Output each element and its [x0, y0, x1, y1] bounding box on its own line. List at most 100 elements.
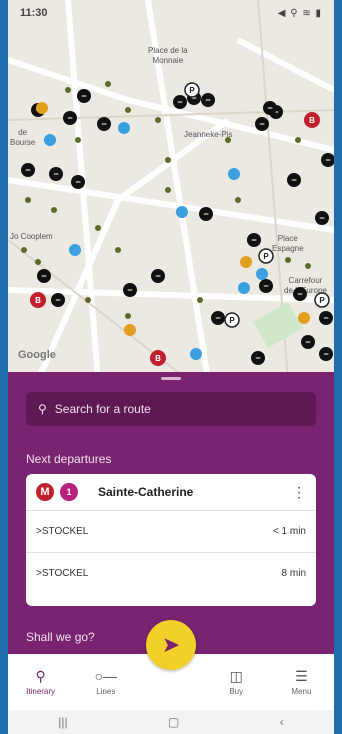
- nav-menu[interactable]: ☰ Menu: [269, 654, 334, 710]
- small-stop-marker[interactable]: [85, 297, 91, 303]
- search-route-input[interactable]: ⚲ Search for a route: [26, 392, 316, 426]
- metro-stop-marker[interactable]: −: [123, 283, 137, 297]
- small-stop-marker[interactable]: [155, 117, 161, 123]
- parking-marker[interactable]: P: [184, 82, 200, 98]
- svg-text:−: −: [81, 91, 86, 101]
- small-stop-marker[interactable]: [285, 257, 291, 263]
- metro-stop-marker[interactable]: −: [37, 269, 51, 283]
- departure-time: 8 min: [281, 568, 306, 579]
- svg-text:−: −: [305, 337, 310, 347]
- departures-card[interactable]: M 1 Sainte-Catherine ⋮ >STOCKEL < 1 min …: [26, 474, 316, 606]
- svg-text:P: P: [189, 86, 195, 95]
- small-stop-marker[interactable]: [197, 297, 203, 303]
- small-stop-marker[interactable]: [125, 313, 131, 319]
- svg-text:−: −: [267, 103, 272, 113]
- map-view[interactable]: 11:30 ◀ ⚲ ≋ ▮ Place de la Monnaie Jeanne…: [8, 0, 334, 380]
- small-stop-marker[interactable]: [225, 137, 231, 143]
- metro-stop-marker[interactable]: −: [71, 175, 85, 189]
- metro-stop-marker[interactable]: −: [247, 233, 261, 247]
- bus-stop-marker[interactable]: [238, 282, 250, 294]
- svg-text:−: −: [203, 209, 208, 219]
- metro-stop-marker[interactable]: −: [49, 167, 63, 181]
- bus-stop-marker[interactable]: [118, 122, 130, 134]
- tram-stop-marker[interactable]: [36, 102, 48, 114]
- small-stop-marker[interactable]: [305, 263, 311, 269]
- departure-destination: >STOCKEL: [36, 526, 89, 537]
- b-station-marker[interactable]: B: [304, 112, 320, 128]
- svg-text:−: −: [263, 281, 268, 291]
- small-stop-marker[interactable]: [105, 81, 111, 87]
- small-stop-marker[interactable]: [51, 207, 57, 213]
- b-station-marker[interactable]: B: [150, 350, 166, 366]
- metro-stop-marker[interactable]: −: [77, 89, 91, 103]
- metro-stop-marker[interactable]: −: [319, 311, 333, 325]
- parking-marker[interactable]: P: [314, 292, 330, 308]
- home-icon[interactable]: ▢: [168, 715, 179, 729]
- small-stop-marker[interactable]: [295, 137, 301, 143]
- bus-stop-marker[interactable]: [256, 268, 268, 280]
- bus-stop-marker[interactable]: [69, 244, 81, 256]
- search-icon: ⚲: [38, 402, 47, 416]
- metro-stop-marker[interactable]: −: [293, 287, 307, 301]
- metro-stop-marker[interactable]: −: [251, 351, 265, 365]
- svg-text:−: −: [75, 177, 80, 187]
- stop-markers[interactable]: −−−−−−−−−−−−−−−−−−−−−−−−−−−−−BBBPPPP: [8, 0, 334, 380]
- small-stop-marker[interactable]: [65, 87, 71, 93]
- tram-stop-marker[interactable]: [240, 256, 252, 268]
- nav-itinerary[interactable]: ⚲ Itinerary: [8, 654, 73, 710]
- svg-text:−: −: [251, 235, 256, 245]
- svg-text:−: −: [291, 175, 296, 185]
- small-stop-marker[interactable]: [75, 137, 81, 143]
- svg-text:P: P: [229, 316, 235, 325]
- metro-stop-marker[interactable]: −: [63, 111, 77, 125]
- metro-stop-marker[interactable]: −: [51, 293, 65, 307]
- metro-stop-marker[interactable]: −: [319, 347, 333, 361]
- metro-stop-marker[interactable]: −: [255, 117, 269, 131]
- tram-stop-marker[interactable]: [298, 312, 310, 324]
- metro-stop-marker[interactable]: −: [287, 173, 301, 187]
- metro-stop-marker[interactable]: −: [97, 117, 111, 131]
- search-placeholder: Search for a route: [54, 402, 151, 416]
- go-button[interactable]: ➤: [146, 620, 196, 670]
- tram-stop-marker[interactable]: [124, 324, 136, 336]
- stop-header[interactable]: M 1 Sainte-Catherine ⋮: [26, 474, 316, 510]
- back-icon[interactable]: ‹: [280, 715, 284, 729]
- departure-row[interactable]: >STOCKEL < 1 min: [26, 510, 316, 552]
- metro-stop-marker[interactable]: −: [315, 211, 329, 225]
- bus-stop-marker[interactable]: [190, 348, 202, 360]
- small-stop-marker[interactable]: [165, 157, 171, 163]
- small-stop-marker[interactable]: [115, 247, 121, 253]
- bus-stop-marker[interactable]: [44, 134, 56, 146]
- bus-stop-marker[interactable]: [228, 168, 240, 180]
- recent-apps-icon[interactable]: |||: [58, 715, 67, 729]
- metro-stop-marker[interactable]: −: [173, 95, 187, 109]
- small-stop-marker[interactable]: [235, 197, 241, 203]
- metro-stop-marker[interactable]: −: [301, 335, 315, 349]
- bus-stop-marker[interactable]: [176, 206, 188, 218]
- departure-row[interactable]: >STOCKEL 8 min: [26, 552, 316, 594]
- small-stop-marker[interactable]: [95, 225, 101, 231]
- metro-stop-marker[interactable]: −: [259, 279, 273, 293]
- more-options-icon[interactable]: ⋮: [292, 484, 306, 501]
- small-stop-marker[interactable]: [25, 197, 31, 203]
- bottom-sheet[interactable]: ⚲ Search for a route Next departures M 1…: [8, 372, 334, 654]
- small-stop-marker[interactable]: [165, 187, 171, 193]
- small-stop-marker[interactable]: [35, 259, 41, 265]
- google-logo: Google: [18, 349, 56, 361]
- b-station-marker[interactable]: B: [30, 292, 46, 308]
- metro-stop-marker[interactable]: −: [211, 311, 225, 325]
- nav-buy[interactable]: ◫ Buy: [204, 654, 269, 710]
- small-stop-marker[interactable]: [125, 107, 131, 113]
- metro-stop-marker[interactable]: −: [151, 269, 165, 283]
- metro-stop-marker[interactable]: −: [21, 163, 35, 177]
- metro-stop-marker[interactable]: −: [263, 101, 277, 115]
- parking-marker[interactable]: P: [224, 312, 240, 328]
- ticket-icon: ◫: [229, 668, 243, 684]
- metro-stop-marker[interactable]: −: [201, 93, 215, 107]
- metro-stop-marker[interactable]: −: [199, 207, 213, 221]
- small-stop-marker[interactable]: [21, 247, 27, 253]
- parking-marker[interactable]: P: [258, 248, 274, 264]
- sheet-drag-handle[interactable]: [161, 377, 181, 380]
- nav-lines[interactable]: ○— Lines: [73, 654, 138, 710]
- metro-stop-marker[interactable]: −: [321, 153, 334, 167]
